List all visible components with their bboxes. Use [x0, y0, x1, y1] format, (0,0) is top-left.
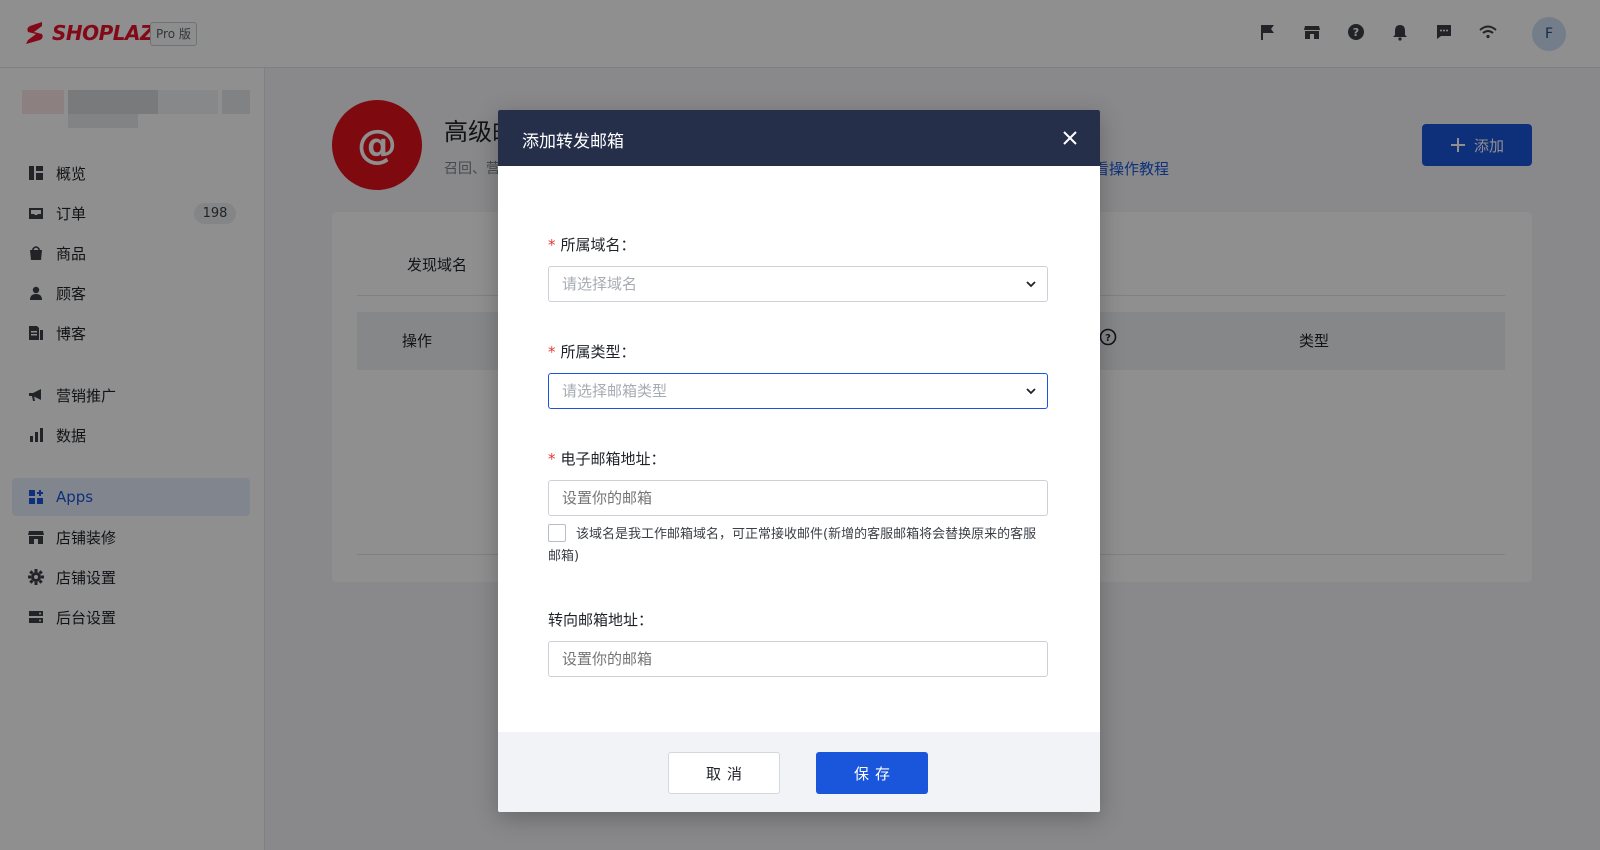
work-domain-checkbox[interactable] — [548, 524, 566, 542]
dialog-footer: 取消 保存 — [498, 732, 1100, 812]
close-icon[interactable] — [1058, 126, 1082, 150]
save-button[interactable]: 保存 — [816, 752, 928, 794]
dialog-header: 添加转发邮箱 — [498, 110, 1100, 166]
forward-email-field[interactable] — [548, 641, 1048, 677]
work-domain-checkbox-label: 该域名是我工作邮箱域名，可正常接收邮件(新增的客服邮箱将会替换原来的客服邮箱) — [548, 527, 1037, 564]
chevron-down-icon — [1026, 388, 1036, 395]
domain-select-placeholder: 请选择域名 — [562, 275, 638, 293]
email-type-select[interactable]: 请选择邮箱类型 — [548, 373, 1048, 409]
chevron-down-icon — [1026, 281, 1036, 288]
email-type-select-placeholder: 请选择邮箱类型 — [562, 382, 668, 400]
dialog-title: 添加转发邮箱 — [522, 132, 624, 152]
domain-select[interactable]: 请选择域名 — [548, 266, 1048, 302]
add-forward-email-dialog: 添加转发邮箱 * 所属域名： 请选择域名 * 所属类型： 请选择邮箱类型 * 电子邮箱… — [498, 110, 1100, 812]
forward-field-label: 转向邮箱地址： — [548, 611, 654, 629]
email-field[interactable] — [548, 480, 1048, 516]
domain-field-label: * 所属域名： — [548, 236, 636, 254]
type-field-label: * 所属类型： — [548, 343, 636, 361]
email-field-label: * 电子邮箱地址： — [548, 450, 666, 468]
cancel-button[interactable]: 取消 — [668, 752, 780, 794]
